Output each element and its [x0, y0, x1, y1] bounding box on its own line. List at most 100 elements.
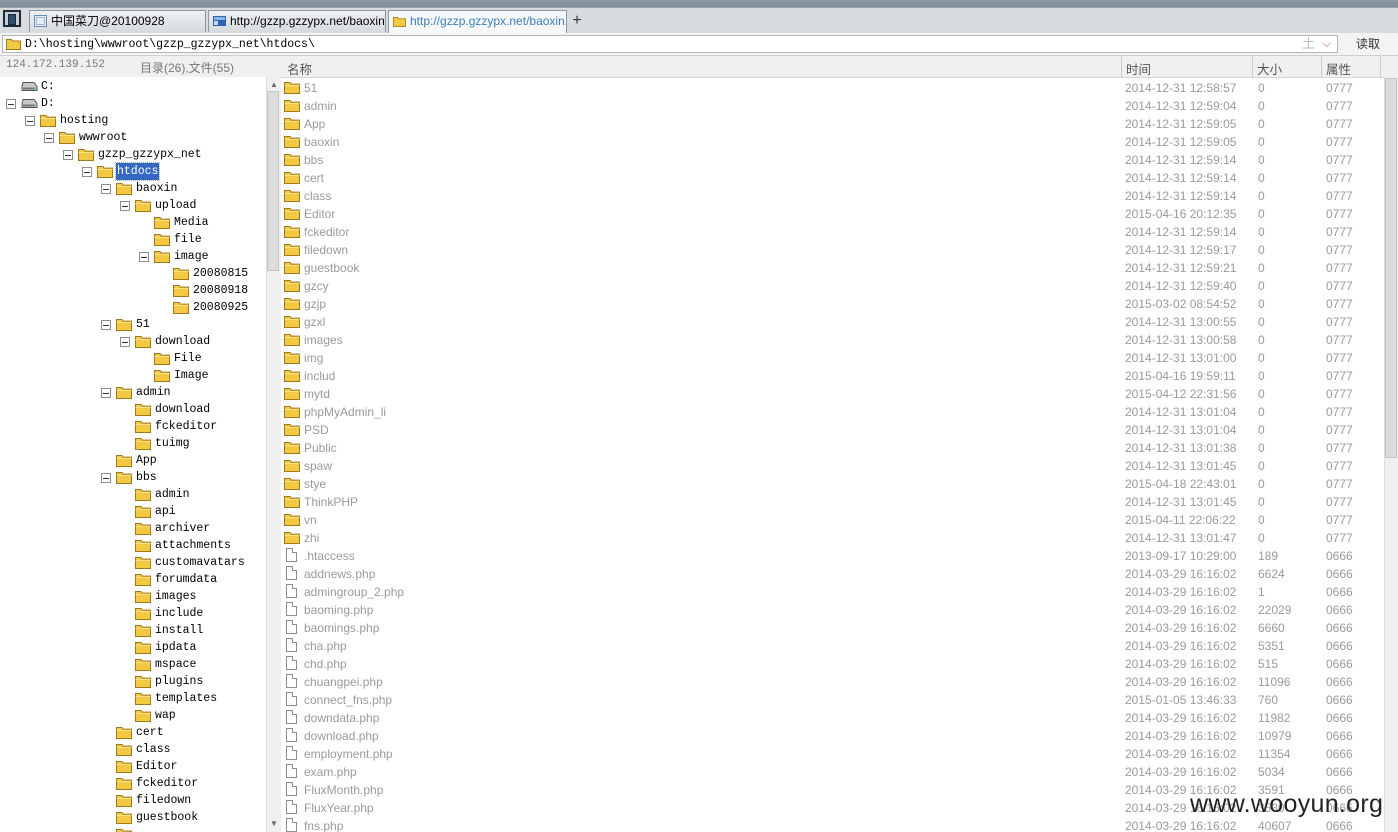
tree-node[interactable]: gzzp_gzzypx_net	[0, 146, 266, 163]
file-row[interactable]: downdata.php 2014-03-29 16:16:02 11982 0666	[280, 709, 1380, 727]
tab-webpage[interactable]: http://gzzp.gzzypx.net/baoxin...	[208, 10, 386, 32]
collapse-toggle-icon[interactable]	[139, 252, 149, 262]
tree-node[interactable]: fckeditor	[0, 418, 266, 435]
folder-row[interactable]: phpMyAdmin_li 2014-12-31 13:01:04 0 0777	[280, 403, 1380, 421]
tree-node[interactable]: templates	[0, 690, 266, 707]
column-divider[interactable]	[1321, 56, 1322, 77]
folder-row[interactable]: bbs 2014-12-31 12:59:14 0 0777	[280, 151, 1380, 169]
column-divider[interactable]	[1380, 56, 1381, 77]
folder-row[interactable]: 51 2014-12-31 12:58:57 0 0777	[280, 79, 1380, 97]
tree-node[interactable]: bbs	[0, 469, 266, 486]
tree-node[interactable]: admin	[0, 486, 266, 503]
file-row[interactable]: cha.php 2014-03-29 16:16:02 5351 0666	[280, 637, 1380, 655]
tree-node[interactable]: api	[0, 503, 266, 520]
tree-node[interactable]: C:	[0, 78, 266, 95]
file-row[interactable]: fns.php 2014-03-29 16:16:02 40607 0666	[280, 817, 1380, 832]
tree-node[interactable]: mspace	[0, 656, 266, 673]
tree-node[interactable]: wwwroot	[0, 129, 266, 146]
tree-node[interactable]: download	[0, 333, 266, 350]
tree-node[interactable]: install	[0, 622, 266, 639]
file-row[interactable]: .htaccess 2013-09-17 10:29:00 189 0666	[280, 547, 1380, 565]
folder-row[interactable]: gzxl 2014-12-31 13:00:55 0 0777	[280, 313, 1380, 331]
tree-node[interactable]: cert	[0, 724, 266, 741]
tab-home[interactable]: 中国菜刀@20100928	[29, 10, 206, 32]
tree-node[interactable]: attachments	[0, 537, 266, 554]
read-button[interactable]: 读取	[1340, 35, 1396, 53]
column-time-header[interactable]: 时间	[1126, 59, 1151, 78]
folder-row[interactable]: vn 2015-04-11 22:06:22 0 0777	[280, 511, 1380, 529]
tree-node[interactable]: class	[0, 741, 266, 758]
tree-node[interactable]: wap	[0, 707, 266, 724]
collapse-toggle-icon[interactable]	[101, 473, 111, 483]
tree-node[interactable]: Media	[0, 214, 266, 231]
file-row[interactable]: chd.php 2014-03-29 16:16:02 515 0666	[280, 655, 1380, 673]
collapse-toggle-icon[interactable]	[101, 320, 111, 330]
tree-node[interactable]: guestbook	[0, 809, 266, 826]
folder-row[interactable]: Editor 2015-04-16 20:12:35 0 0777	[280, 205, 1380, 223]
folder-row[interactable]: img 2014-12-31 13:01:00 0 0777	[280, 349, 1380, 367]
tree-node[interactable]: 51	[0, 316, 266, 333]
path-input[interactable]: D:\hosting\wwwroot\gzzp_gzzypx_net\htdoc…	[2, 35, 1338, 53]
file-row[interactable]: chuangpei.php 2014-03-29 16:16:02 11096 066…	[280, 673, 1380, 691]
app-menu-icon[interactable]	[3, 10, 21, 27]
tree-node[interactable]: download	[0, 401, 266, 418]
collapse-toggle-icon[interactable]	[63, 150, 73, 160]
folder-row[interactable]: PSD 2014-12-31 13:01:04 0 0777	[280, 421, 1380, 439]
tree-node[interactable]: image	[0, 248, 266, 265]
collapse-toggle-icon[interactable]	[82, 167, 92, 177]
tree-node[interactable]: htdocs	[0, 162, 266, 181]
tree-node[interactable]: Editor	[0, 758, 266, 775]
tree-node[interactable]: ipdata	[0, 639, 266, 656]
column-size-header[interactable]: 大小	[1257, 59, 1282, 78]
tree-node[interactable]: archiver	[0, 520, 266, 537]
folder-row[interactable]: images 2014-12-31 13:00:58 0 0777	[280, 331, 1380, 349]
tree-node[interactable]: App	[0, 452, 266, 469]
tree-node[interactable]: tuimg	[0, 435, 266, 452]
tree-node[interactable]: baoxin	[0, 180, 266, 197]
file-row[interactable]: employment.php 2014-03-29 16:16:02 11354 06…	[280, 745, 1380, 763]
column-name-header[interactable]: 名称	[287, 59, 312, 78]
tree-node[interactable]: admin	[0, 384, 266, 401]
column-attr-header[interactable]: 属性	[1326, 59, 1351, 78]
tree-node[interactable]: plugins	[0, 673, 266, 690]
chevron-down-icon[interactable]: ⌵	[1323, 36, 1331, 52]
folder-row[interactable]: fckeditor 2014-12-31 12:59:14 0 0777	[280, 223, 1380, 241]
folder-row[interactable]: zhi 2014-12-31 13:01:47 0 0777	[280, 529, 1380, 547]
tree-node[interactable]: forumdata	[0, 571, 266, 588]
file-row[interactable]: connect_fns.php 2015-01-05 13:46:33 760 066…	[280, 691, 1380, 709]
tree-node[interactable]: 20080925	[0, 299, 266, 316]
folder-row[interactable]: baoxin 2014-12-31 12:59:05 0 0777	[280, 133, 1380, 151]
tree-node[interactable]	[0, 826, 266, 832]
folder-row[interactable]: gzjp 2015-03-02 08:54:52 0 0777	[280, 295, 1380, 313]
folder-row[interactable]: class 2014-12-31 12:59:14 0 0777	[280, 187, 1380, 205]
folder-row[interactable]: Public 2014-12-31 13:01:38 0 0777	[280, 439, 1380, 457]
collapse-toggle-icon[interactable]	[101, 184, 111, 194]
folder-row[interactable]: guestbook 2014-12-31 12:59:21 0 0777	[280, 259, 1380, 277]
column-divider[interactable]	[1121, 56, 1122, 77]
folder-row[interactable]: ThinkPHP 2014-12-31 13:01:45 0 0777	[280, 493, 1380, 511]
folder-row[interactable]: spaw 2014-12-31 13:01:45 0 0777	[280, 457, 1380, 475]
file-row[interactable]: baomings.php 2014-03-29 16:16:02 6660 0666	[280, 619, 1380, 637]
tree-node[interactable]: include	[0, 605, 266, 622]
tree-node[interactable]: customavatars	[0, 554, 266, 571]
tree-node[interactable]: images	[0, 588, 266, 605]
folder-row[interactable]: cert 2014-12-31 12:59:14 0 0777	[280, 169, 1380, 187]
collapse-toggle-icon[interactable]	[6, 99, 16, 109]
tree-node[interactable]: D:	[0, 95, 266, 112]
tab-file-manager[interactable]: http://gzzp.gzzypx.net/baoxin...	[388, 10, 567, 33]
file-row[interactable]: admingroup_2.php 2014-03-29 16:16:02 1 0666	[280, 583, 1380, 601]
folder-row[interactable]: filedown 2014-12-31 12:59:17 0 0777	[280, 241, 1380, 259]
collapse-toggle-icon[interactable]	[44, 133, 54, 143]
tree-node[interactable]: hosting	[0, 112, 266, 129]
tree-node[interactable]: file	[0, 231, 266, 248]
collapse-toggle-icon[interactable]	[120, 337, 130, 347]
folder-row[interactable]: mytd 2015-04-12 22:31:56 0 0777	[280, 385, 1380, 403]
list-scroll-thumb[interactable]	[1385, 78, 1397, 458]
file-row[interactable]: baoming.php 2014-03-29 16:16:02 22029 0666	[280, 601, 1380, 619]
folder-row[interactable]: gzcy 2014-12-31 12:59:40 0 0777	[280, 277, 1380, 295]
scroll-up-icon[interactable]: ▲	[268, 79, 280, 91]
collapse-toggle-icon[interactable]	[120, 201, 130, 211]
folder-row[interactable]: stye 2015-04-18 22:43:01 0 0777	[280, 475, 1380, 493]
scroll-down-icon[interactable]: ▼	[268, 818, 280, 830]
tree-node[interactable]: Image	[0, 367, 266, 384]
